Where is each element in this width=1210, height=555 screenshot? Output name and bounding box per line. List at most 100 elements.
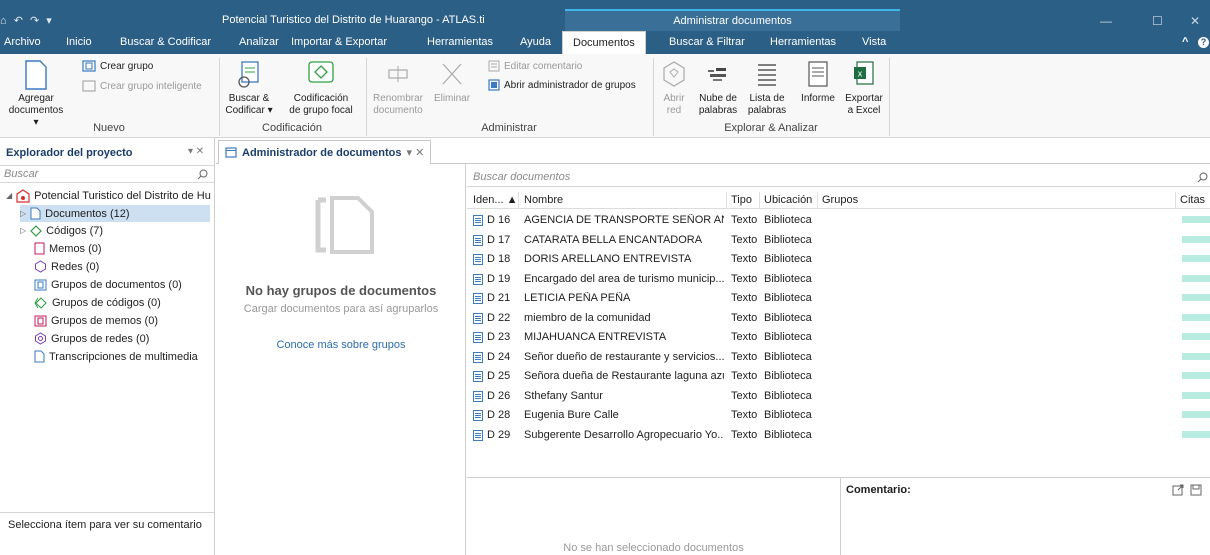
- tab-inicio[interactable]: Inicio: [66, 36, 92, 48]
- panel-pin-close[interactable]: ▾ ✕: [188, 146, 204, 157]
- lista-palabras-button[interactable]: Lista de palabras: [744, 60, 790, 117]
- cell-type: Texto: [731, 292, 758, 304]
- text-document-icon: [473, 351, 483, 363]
- table-row[interactable]: D 21 LETICIA PEÑA PEÑA Texto Biblioteca: [467, 289, 1210, 308]
- tab-archivo[interactable]: Archivo: [4, 36, 41, 48]
- cell-type: Texto: [731, 272, 758, 285]
- cell-id: D 23: [487, 331, 511, 343]
- quote-count-bar: [1182, 352, 1210, 360]
- tree-item-label: Transcripciones de multimedia: [49, 350, 198, 363]
- column-header-quotes[interactable]: Citas: [1180, 194, 1205, 206]
- cell-type: Texto: [731, 370, 758, 382]
- table-row[interactable]: D 16 AGENCIA DE TRANSPORTE SEÑOR AN... Tex…: [467, 211, 1210, 230]
- empty-groups-icon: [315, 196, 374, 254]
- lista-label-1: Lista de: [749, 93, 785, 104]
- table-row[interactable]: D 19 Encargado del area de turismo munici…: [467, 270, 1210, 289]
- tab-dropdown-close[interactable]: ▾ ✕: [407, 142, 425, 164]
- buscar-codificar-button[interactable]: Buscar & Codificar ▾: [224, 60, 274, 117]
- save-comment-icon[interactable]: [1190, 484, 1202, 496]
- crear-grupo-inteligente-button[interactable]: Crear grupo inteligente: [82, 80, 202, 92]
- column-header-type[interactable]: Tipo: [731, 194, 752, 206]
- tree-item-documentos[interactable]: ▷ Documentos (12): [20, 205, 210, 222]
- exportar-excel-button[interactable]: x Exportar a Excel: [842, 60, 886, 117]
- table-row[interactable]: D 29 Subgerente Desarrollo Agropecuario Y…: [467, 426, 1210, 445]
- tab-buscar-codificar[interactable]: Buscar & Codificar: [120, 36, 211, 48]
- nube-palabras-button[interactable]: Nube de palabras: [694, 60, 742, 117]
- column-header-location[interactable]: Ubicación: [764, 194, 812, 206]
- table-row[interactable]: D 17 CATARATA BELLA ENCANTADORA Texto Bibli…: [467, 231, 1210, 250]
- table-row[interactable]: D 23 MIJAHUANCA ENTREVISTA Texto Biblioteca: [467, 328, 1210, 347]
- tree-item-grupos-documentos[interactable]: Grupos de documentos (0): [34, 276, 182, 293]
- lista-label-2: palabras: [747, 105, 787, 116]
- eliminar-button[interactable]: Eliminar: [426, 60, 478, 105]
- tab-buscar-filtrar[interactable]: Buscar & Filtrar: [669, 36, 745, 48]
- table-row[interactable]: D 26 Sthefany Santur Texto Biblioteca: [467, 387, 1210, 406]
- text-document-icon: [473, 273, 483, 285]
- cell-id: D 21: [487, 292, 511, 304]
- tab-vista[interactable]: Vista: [862, 36, 886, 48]
- column-header-groups[interactable]: Grupos: [822, 194, 858, 206]
- cell-location: Biblioteca: [764, 428, 812, 441]
- network-icon: [663, 61, 685, 87]
- table-row[interactable]: D 22 miembro de la comunidad Texto Bibliote…: [467, 309, 1210, 328]
- cell-type: Texto: [731, 409, 758, 421]
- document-manager-icon: [225, 147, 237, 158]
- tree-item-transcripciones[interactable]: Transcripciones de multimedia: [34, 348, 198, 365]
- report-icon: [808, 61, 828, 87]
- quote-count-bar: [1182, 235, 1210, 243]
- explorer-search-input[interactable]: Buscar: [0, 165, 214, 183]
- tree-item-label: Grupos de documentos (0): [51, 278, 182, 291]
- abrir-administrador-grupos-button[interactable]: Abrir administrador de grupos: [488, 79, 636, 91]
- help-icon[interactable]: ?: [1198, 37, 1209, 48]
- editar-comentario-button[interactable]: Editar comentario: [488, 60, 582, 72]
- table-row[interactable]: D 25 Señora dueña de Restaurante laguna a…: [467, 367, 1210, 386]
- abrir-red-button[interactable]: Abrir red: [658, 60, 690, 117]
- tree-item-redes[interactable]: Redes (0): [34, 258, 99, 275]
- tab-documentos[interactable]: Documentos: [562, 31, 646, 54]
- cell-type: Texto: [731, 311, 758, 324]
- maximize-button[interactable]: ☐: [1152, 14, 1163, 28]
- tab-analizar[interactable]: Analizar: [239, 36, 279, 48]
- tree-item-grupos-redes[interactable]: Grupos de redes (0): [34, 330, 149, 347]
- tab-herramientas[interactable]: Herramientas: [427, 36, 493, 48]
- minimize-button[interactable]: —: [1100, 14, 1112, 28]
- tree-item-codigos[interactable]: ▷ Códigos (7): [20, 222, 103, 239]
- agregar-documentos-button[interactable]: Agregar documentos ▾: [6, 60, 66, 129]
- tab-importar-exportar[interactable]: Importar & Exportar: [291, 36, 387, 48]
- cell-type: Texto: [731, 389, 758, 402]
- tree-item-grupos-memos[interactable]: Grupos de memos (0): [34, 312, 158, 329]
- tab-administrador-documentos[interactable]: Administrador de documentos ▾ ✕: [218, 140, 432, 164]
- codificacion-grupo-focal-button[interactable]: Codificación de grupo focal: [282, 60, 360, 117]
- quick-access-toolbar[interactable]: ⌂ ↶ ↷ ▾: [0, 14, 54, 27]
- tab-herramientas-doc[interactable]: Herramientas: [770, 36, 836, 48]
- cell-id: D 22: [487, 311, 511, 324]
- tab-ayuda[interactable]: Ayuda: [520, 36, 551, 48]
- collapse-ribbon-button[interactable]: ^: [1182, 36, 1188, 48]
- tree-item-label: Memos (0): [49, 242, 102, 255]
- cell-id: D 18: [487, 253, 511, 265]
- column-divider: [726, 192, 727, 209]
- column-header-id[interactable]: Iden... ▲: [473, 194, 518, 206]
- table-row[interactable]: D 24 Señor dueño de restaurante y servici…: [467, 348, 1210, 367]
- renombrar-documento-button[interactable]: Renombrar documento: [370, 60, 426, 117]
- crear-grupo-button[interactable]: Crear grupo: [82, 60, 153, 72]
- cell-location: Biblioteca: [764, 350, 812, 363]
- group-label-nuevo: Nuevo: [93, 122, 125, 134]
- group-label-codificacion: Codificación: [262, 122, 322, 134]
- table-row[interactable]: D 18 DORIS ARELLANO ENTREVISTA Texto Biblio…: [467, 250, 1210, 269]
- cell-location: Biblioteca: [764, 331, 812, 343]
- tree-root-project[interactable]: ◢ Potencial Turistico del Distrito de Hu: [6, 187, 211, 204]
- learn-more-groups-link[interactable]: Conoce más sobre grupos: [216, 339, 466, 351]
- documents-search-input[interactable]: Buscar documentos: [467, 169, 1210, 187]
- tree-item-memos[interactable]: Memos (0): [34, 240, 102, 257]
- column-header-name[interactable]: Nombre: [524, 194, 563, 206]
- tree-item-grupos-codigos[interactable]: Grupos de códigos (0): [34, 294, 161, 311]
- project-explorer-panel: Explorador del proyecto ▾ ✕ Buscar ◢ Pot…: [0, 138, 215, 555]
- open-external-icon[interactable]: [1172, 484, 1184, 496]
- close-button[interactable]: ✕: [1190, 14, 1200, 28]
- quote-count-bar: [1182, 333, 1210, 340]
- informe-button[interactable]: Informe: [796, 60, 840, 105]
- table-row[interactable]: D 28 Eugenia Bure Calle Texto Biblioteca: [467, 406, 1210, 425]
- window-title: Potencial Turistico del Distrito de Huar…: [222, 14, 485, 26]
- document-icon: [30, 207, 41, 220]
